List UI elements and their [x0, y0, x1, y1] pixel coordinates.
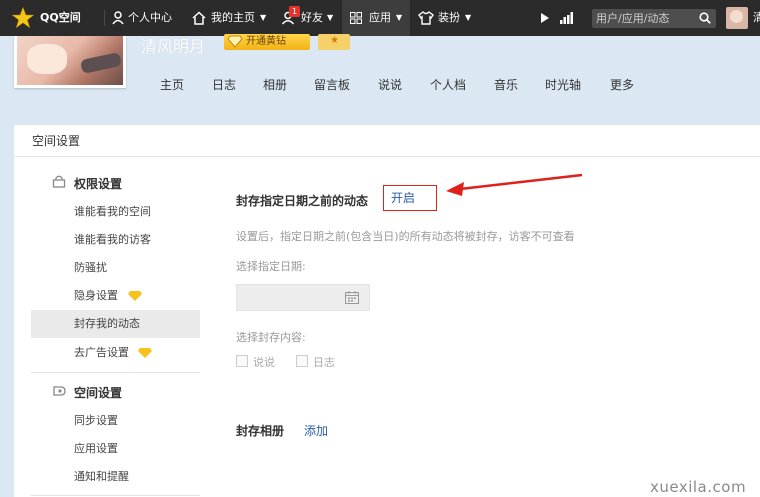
profile-avatar[interactable]: [14, 36, 126, 88]
search-icon[interactable]: [699, 12, 711, 24]
chevron-down-icon[interactable]: ▼: [465, 0, 471, 36]
red-arrow-annotation: [446, 173, 583, 196]
sidebar-item-label: 应用设置: [74, 442, 118, 455]
space-settings-group-title[interactable]: 空间设置: [74, 384, 122, 401]
archive-description: 设置后，指定日期之前(包含当日)的所有动态将被封存，访客不可查看: [236, 230, 575, 243]
nav-blog[interactable]: 日志: [212, 76, 236, 93]
chevron-down-icon[interactable]: ▼: [260, 0, 266, 36]
sidebar-divider: [31, 372, 200, 373]
nav-profile[interactable]: 个人档: [430, 76, 466, 93]
profile-username[interactable]: 清风明月: [141, 33, 205, 57]
sidebar-item-label: 谁能看我的访客: [74, 233, 151, 246]
sidebar-item-remove-ads[interactable]: 去广告设置: [31, 339, 200, 367]
blog-checkbox[interactable]: [296, 355, 308, 367]
date-picker-input[interactable]: [236, 284, 370, 311]
sidebar-item-label: 去广告设置: [74, 346, 129, 359]
nav-album[interactable]: 相册: [263, 76, 287, 93]
nav-shuoshuo[interactable]: 说说: [378, 76, 402, 93]
sidebar-item-invisible-settings[interactable]: 隐身设置: [31, 282, 200, 310]
enable-archive-button[interactable]: 开启: [383, 185, 437, 211]
calendar-icon[interactable]: [345, 291, 359, 304]
open-yellow-diamond-button[interactable]: 开通黄钻: [224, 34, 310, 50]
sidebar-item-label: 隐身设置: [74, 289, 118, 302]
friends-link[interactable]: 好友: [301, 0, 323, 36]
home-icon: [192, 11, 206, 25]
sidebar-divider: [31, 495, 200, 496]
username-truncated[interactable]: 清: [753, 0, 760, 36]
sidebar-item-label: 通知和提醒: [74, 470, 129, 483]
apps-menu[interactable]: 应用: [369, 0, 391, 36]
blog-checkbox-label: 日志: [313, 356, 335, 369]
signal-bars-icon[interactable]: [560, 12, 574, 24]
sidebar-item-who-can-view-visitors[interactable]: 谁能看我的访客: [31, 226, 200, 254]
dress-up-menu[interactable]: 装扮: [438, 0, 460, 36]
archive-album-label: 封存相册: [236, 424, 285, 438]
sidebar-item-label: 防骚扰: [74, 261, 107, 274]
archive-setting-label: 封存指定日期之前的动态: [236, 194, 369, 208]
select-content-label: 选择封存内容:: [236, 331, 306, 344]
add-album-link[interactable]: 添加: [304, 422, 328, 439]
panel-title: 空间设置: [14, 125, 760, 157]
apps-grid-icon: [350, 12, 362, 24]
search-input[interactable]: [596, 9, 692, 28]
sidebar-item-label: 谁能看我的空间: [74, 205, 151, 218]
sidebar-item-app-settings[interactable]: 应用设置: [31, 435, 200, 463]
my-homepage-link[interactable]: 我的主页: [211, 0, 255, 36]
qzone-logo-text[interactable]: QQ空间: [40, 0, 81, 36]
nav-guestbook[interactable]: 留言板: [314, 76, 350, 93]
shuoshuo-checkbox-label: 说说: [253, 356, 275, 369]
sidebar-item-notifications[interactable]: 通知和提醒: [31, 463, 200, 491]
nav-music[interactable]: 音乐: [494, 76, 518, 93]
sidebar-item-label: 同步设置: [74, 414, 118, 427]
nav-timeline[interactable]: 时光轴: [545, 76, 581, 93]
divider: [104, 10, 105, 26]
play-icon[interactable]: [540, 13, 550, 23]
nav-home[interactable]: 主页: [160, 76, 184, 93]
top-navigation-bar: QQ空间 个人中心 我的主页 ▼ 1 好友 ▼ 应用 ▼ 装扮 ▼ 用户/应用/…: [0, 0, 760, 36]
select-date-label: 选择指定日期:: [236, 260, 306, 273]
sidebar-item-archive-my-posts[interactable]: 封存我的动态: [31, 310, 200, 338]
chevron-down-icon[interactable]: ▼: [396, 0, 402, 36]
yellow-diamond-icon: [138, 348, 152, 358]
friends-notification-badge: 1: [289, 6, 300, 17]
person-icon: [112, 11, 124, 25]
user-avatar[interactable]: [726, 7, 748, 29]
sidebar-item-sync-settings[interactable]: 同步设置: [31, 407, 200, 435]
yellow-diamond-icon: [128, 291, 142, 301]
personal-center-link[interactable]: 个人中心: [128, 0, 172, 36]
qzone-star-logo-icon[interactable]: [12, 7, 34, 29]
space-settings-icon: [53, 386, 66, 396]
settings-panel: 空间设置 权限设置 谁能看我的空间 谁能看我的访客 防骚扰 隐身设置 封存我的动…: [14, 125, 760, 497]
sidebar-item-anti-harassment[interactable]: 防骚扰: [31, 254, 200, 282]
diamond-icon: [227, 35, 243, 48]
lock-icon: [52, 175, 66, 188]
tshirt-icon: [418, 11, 434, 25]
search-box[interactable]: [592, 9, 716, 28]
permissions-group-title[interactable]: 权限设置: [74, 175, 122, 192]
watermark: xuexila.com: [650, 478, 747, 496]
vip-button-label: 开通黄钻: [246, 36, 286, 47]
chevron-down-icon[interactable]: ▼: [327, 0, 333, 36]
nav-more[interactable]: 更多: [610, 76, 634, 93]
sidebar-item-who-can-view-space[interactable]: 谁能看我的空间: [31, 198, 200, 226]
shuoshuo-checkbox[interactable]: [236, 355, 248, 367]
sidebar-item-label: 封存我的动态: [74, 317, 140, 330]
vip-level-badge[interactable]: [318, 34, 350, 50]
